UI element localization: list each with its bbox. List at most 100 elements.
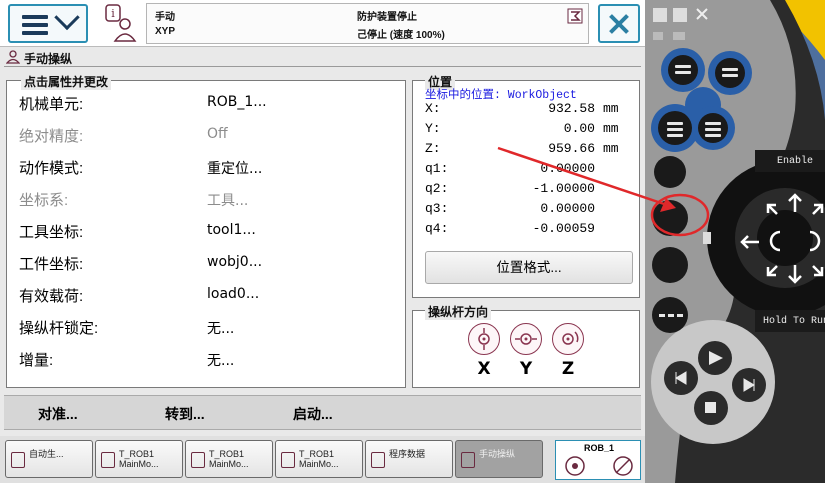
position-value: -0.00059 (532, 221, 595, 236)
position-row: Y: 0.00 mm (425, 121, 625, 139)
property-value[interactable]: 工具... (207, 190, 248, 210)
property-row[interactable]: 绝对精度: Off (17, 123, 397, 145)
position-name: q1: (425, 161, 449, 176)
property-value[interactable]: Off (207, 126, 228, 142)
property-row[interactable]: 操纵杆锁定: 无... (17, 315, 397, 337)
property-row[interactable]: 动作模式: 重定位... (17, 155, 397, 177)
taskbar-item-label: T_ROB1 MainMo... (299, 449, 339, 469)
window-icon (191, 452, 205, 468)
position-unit: mm (603, 101, 619, 116)
property-row[interactable]: 工具坐标: tool1... (17, 219, 397, 241)
taskbar-item[interactable]: 自动生... (5, 440, 93, 478)
safety-state: 防护装置停止 (357, 12, 417, 23)
joystick-x-icon (468, 323, 500, 355)
window-icon (11, 452, 25, 468)
property-value[interactable]: 重定位... (207, 158, 262, 178)
taskbar-item[interactable]: T_ROB1 MainMo... (185, 440, 273, 478)
property-value[interactable]: load0... (207, 286, 259, 302)
align-button[interactable]: 对准... (38, 404, 78, 424)
menu-icon (22, 15, 48, 39)
taskbar-item-label: T_ROB1 MainMo... (119, 449, 159, 469)
page-title: 手动操纵 (24, 52, 73, 66)
position-unit: mm (603, 121, 619, 136)
property-label: 工件坐标: (19, 256, 84, 273)
position-name: X: (425, 101, 441, 116)
joystick-axis-label: Z (561, 359, 575, 379)
property-label: 操纵杆锁定: (19, 320, 99, 337)
device-name: XYP (155, 26, 176, 37)
position-value: 0.00 (563, 121, 595, 136)
main-menu-button[interactable] (8, 4, 88, 43)
property-label: 坐标系: (19, 192, 69, 209)
property-row[interactable]: 有效载荷: load0... (17, 283, 397, 305)
property-value[interactable]: tool1... (207, 222, 256, 238)
window-icon (461, 452, 475, 468)
hold-to-run-label: Hold To Run (763, 316, 825, 327)
joystick-z-icon (552, 323, 584, 355)
divider (4, 66, 641, 67)
property-label: 增量: (19, 352, 54, 369)
window-icon (281, 452, 295, 468)
joystick-directions-group: 操纵杆方向 X Y Z (412, 303, 640, 388)
properties-group: 点击属性并更改 机械单元: ROB_1... 绝对精度: Off 动作模式: 重定位...… (6, 73, 406, 388)
taskbar-item-label: 程序数据 (389, 449, 426, 459)
taskbar-item[interactable]: 程序数据 (365, 440, 453, 478)
property-value[interactable]: 无... (207, 318, 234, 338)
status-panel[interactable]: 手动 XYP 防护装置停止 己停止 (速度 100%) (146, 3, 589, 44)
property-value[interactable]: ROB_1... (207, 94, 267, 110)
taskbar: 自动生... T_ROB1 MainMo... T_ROB1 MainMo... T_RO… (0, 436, 645, 483)
position-name: q4: (425, 221, 449, 236)
property-label: 动作模式: (19, 160, 84, 177)
property-label: 机械单元: (19, 96, 84, 113)
property-value[interactable]: 无... (207, 350, 234, 370)
position-row: X: 932.58 mm (425, 101, 625, 119)
flexpendant-body (645, 0, 825, 483)
joystick-axis-label: Y (519, 359, 533, 379)
position-name: Y: (425, 121, 441, 136)
position-name: Z: (425, 141, 441, 156)
position-name: q2: (425, 181, 449, 196)
taskbar-item-label: 手动操纵 (479, 449, 516, 459)
properties-group-title: 点击属性并更改 (21, 73, 112, 90)
taskbar-item-label: T_ROB1 MainMo... (209, 449, 249, 469)
taskbar-item[interactable]: 手动操纵 (455, 440, 543, 478)
position-coordinate-header: 坐标中的位置: WorkObject (425, 89, 577, 102)
position-value: 932.58 (548, 101, 595, 116)
taskbar-item-label: 自动生... (29, 449, 64, 459)
position-format-button[interactable]: 位置格式... (425, 251, 633, 284)
annotation-arrow (497, 146, 676, 212)
joystick-group-title: 操纵杆方向 (425, 303, 492, 320)
program-state: 己停止 (速度 100%) (357, 30, 445, 41)
robotstudio-flexpendant-screen: i 手动 XYP 防护装置停止 己停止 (速度 100%) 手动操纵 点击属性并… (0, 0, 645, 483)
sigma-icon (567, 8, 583, 24)
property-row[interactable]: 工件坐标: wobj0... (17, 251, 397, 273)
close-button[interactable] (598, 4, 640, 43)
property-row[interactable]: 增量: 无... (17, 347, 397, 369)
window-icon (101, 452, 115, 468)
reorient-icon (565, 456, 585, 476)
joystick-axis-label: X (477, 359, 491, 379)
flexpendant-hardware-panel: Enable Hold To Run (645, 0, 825, 483)
robot-unit-label: ROB_1 (583, 443, 614, 453)
command-bar: 对准... 转到... 启动... (4, 395, 641, 430)
jog-icon (6, 50, 20, 64)
property-row[interactable]: 坐标系: 工具... (17, 187, 397, 209)
start-button[interactable]: 启动... (293, 404, 333, 424)
property-label: 有效载荷: (19, 288, 84, 305)
taskbar-item[interactable]: T_ROB1 MainMo... (275, 440, 363, 478)
position-row: q4: -0.00059 (425, 221, 625, 239)
no-increment-icon (613, 456, 633, 476)
enable-label: Enable (777, 156, 814, 167)
quickset-robot-button[interactable]: ROB_1 (555, 440, 641, 480)
top-bar: i 手动 XYP 防护装置停止 己停止 (速度 100%) (0, 0, 645, 47)
goto-button[interactable]: 转到... (165, 404, 205, 424)
chevron-down-icon (54, 4, 80, 31)
operating-mode: 手动 (155, 12, 175, 23)
joystick-y-icon (510, 323, 542, 355)
taskbar-item[interactable]: T_ROB1 MainMo... (95, 440, 183, 478)
operator-info-icon[interactable]: i (100, 3, 140, 43)
property-label: 工具坐标: (19, 224, 84, 241)
window-icon (371, 452, 385, 468)
property-value[interactable]: wobj0... (207, 254, 262, 270)
property-row[interactable]: 机械单元: ROB_1... (17, 91, 397, 113)
